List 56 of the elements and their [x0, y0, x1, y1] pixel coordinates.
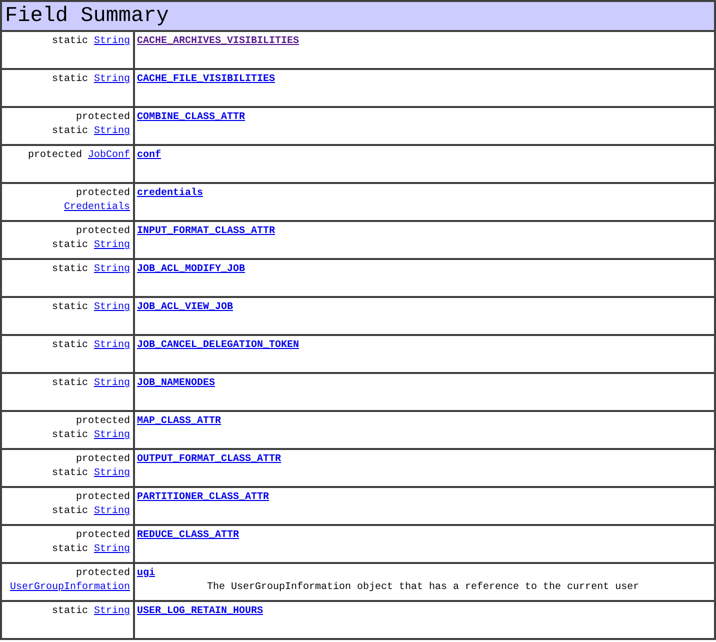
field-link[interactable]: CACHE_FILE_VISIBILITIES [137, 74, 276, 85]
modifier-text: protected [76, 188, 130, 199]
modifier-text: static [52, 302, 88, 313]
field-link[interactable]: conf [137, 150, 162, 161]
field-link[interactable]: REDUCE_CLASS_ATTR [137, 530, 240, 541]
field-link[interactable]: COMBINE_CLASS_ATTR [137, 112, 246, 123]
field-link[interactable]: CACHE_ARCHIVES_VISIBILITIES [137, 36, 300, 47]
type-link[interactable]: String [94, 430, 130, 441]
type-link[interactable]: String [94, 36, 130, 47]
modifier-text: static [52, 126, 88, 137]
modifier-text: static [52, 378, 88, 389]
field-link[interactable]: USER_LOG_RETAIN_HOURS [137, 606, 264, 617]
type-link[interactable]: String [94, 340, 130, 351]
modifier-text: static [52, 74, 88, 85]
type-link[interactable]: String [94, 302, 130, 313]
type-link[interactable]: String [94, 74, 130, 85]
modifier-text: static [52, 606, 88, 617]
field-link[interactable]: PARTITIONER_CLASS_ATTR [137, 492, 270, 503]
modifier-text: static [52, 264, 88, 275]
field-link[interactable]: OUTPUT_FORMAT_CLASS_ATTR [137, 454, 282, 465]
type-link[interactable]: String [94, 606, 130, 617]
field-link[interactable]: ugi [137, 568, 156, 579]
modifier-text: static [52, 340, 88, 351]
type-link[interactable]: UserGroupInformation [10, 582, 130, 593]
type-link[interactable]: String [94, 378, 130, 389]
modifier-text: protected [76, 454, 130, 465]
modifier-text: protected [76, 530, 130, 541]
field-link[interactable]: INPUT_FORMAT_CLASS_ATTR [137, 226, 276, 237]
modifier-text: static [52, 240, 88, 251]
modifier-text: protected [76, 492, 130, 503]
type-link[interactable]: String [94, 126, 130, 137]
modifier-text: protected [76, 416, 130, 427]
section-title: Field Summary [5, 4, 169, 28]
type-link[interactable]: JobConf [88, 150, 130, 161]
type-link[interactable]: Credentials [64, 202, 130, 213]
modifier-text: static [52, 36, 88, 47]
field-link[interactable]: JOB_ACL_VIEW_JOB [137, 302, 234, 313]
type-link[interactable]: String [94, 264, 130, 275]
field-link[interactable]: JOB_NAMENODES [137, 378, 216, 389]
field-link[interactable]: credentials [137, 188, 204, 199]
modifier-text: static [52, 468, 88, 479]
modifier-text: static [52, 506, 88, 517]
field-link[interactable]: MAP_CLASS_ATTR [137, 416, 222, 427]
field-description: The UserGroupInformation object that has a reference to the current user [206, 581, 640, 595]
modifier-text: protected [76, 568, 130, 579]
field-link[interactable]: JOB_CANCEL_DELEGATION_TOKEN [137, 340, 300, 351]
modifier-text: protected [76, 226, 130, 237]
type-link[interactable]: String [94, 544, 130, 555]
field-link[interactable]: JOB_ACL_MODIFY_JOB [137, 264, 246, 275]
type-link[interactable]: String [94, 240, 130, 251]
modifier-text: protected [76, 112, 130, 123]
modifier-text: static [52, 544, 88, 555]
type-link[interactable]: String [94, 506, 130, 517]
type-link[interactable]: String [94, 468, 130, 479]
modifier-text: protected [28, 150, 82, 161]
modifier-text: static [52, 430, 88, 441]
